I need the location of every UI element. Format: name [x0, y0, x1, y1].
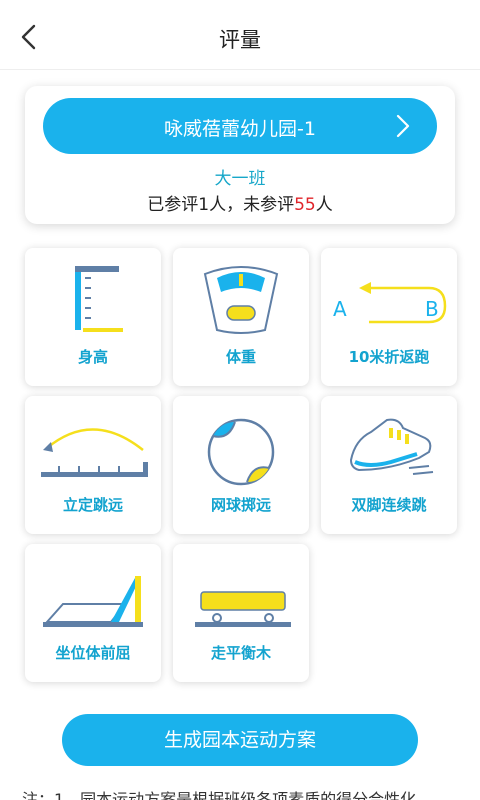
tennis-ball-icon — [207, 418, 275, 486]
tile-tennis-throw[interactable]: 网球掷远 — [173, 396, 309, 534]
tile-label: 走平衡木 — [210, 644, 271, 662]
tile-double-foot-jump[interactable]: 双脚连续跳 — [321, 396, 457, 534]
unparticipated-count: 55 — [294, 195, 316, 215]
balance-beam-icon — [195, 591, 291, 627]
tile-long-jump[interactable]: 立定跳远 — [25, 396, 161, 534]
tile-label: 双脚连续跳 — [351, 496, 427, 514]
class-name: 大一班 — [214, 169, 266, 189]
stats-suffix: 人 — [315, 195, 333, 215]
tile-label: 体重 — [225, 348, 256, 366]
school-selector-button[interactable]: 咏威蓓蕾幼儿园-1 — [43, 98, 437, 154]
footnote: 注：1、园本运动方案是根据班级各项素质的得分合性化 — [22, 790, 417, 800]
generate-plan-button[interactable]: 生成园本运动方案 — [62, 714, 418, 766]
tile-height[interactable]: 身高 — [25, 248, 161, 386]
scale-icon — [203, 266, 279, 334]
participation-stats: 已参评1人，未参评55人 — [25, 190, 455, 215]
tile-label: 立定跳远 — [62, 496, 123, 514]
tile-label: 身高 — [77, 348, 108, 366]
point-b-label: B — [425, 297, 439, 321]
shuttle-run-icon: A B — [333, 282, 447, 324]
tile-label: 坐位体前屈 — [55, 644, 131, 662]
height-ruler-icon — [75, 266, 123, 332]
school-card: 咏威蓓蕾幼儿园-1 大一班 已参评1人，未参评55人 — [25, 86, 455, 224]
tile-weight[interactable]: 体重 — [173, 248, 309, 386]
tile-label: 10米折返跑 — [348, 348, 430, 366]
top-bar: 评量 — [0, 0, 480, 70]
sit-and-reach-icon — [43, 576, 143, 627]
sneaker-icon — [349, 418, 434, 475]
tile-shuttle-run[interactable]: A B 10米折返跑 — [321, 248, 457, 386]
stats-prefix: 已参评1人，未参评 — [147, 195, 295, 215]
school-name: 咏威蓓蕾幼儿园-1 — [164, 118, 316, 140]
point-a-label: A — [333, 297, 347, 321]
chevron-right-icon — [396, 114, 410, 138]
tile-label: 网球掷远 — [210, 496, 271, 514]
page-title: 评量 — [219, 28, 261, 52]
long-jump-icon — [41, 428, 148, 477]
tile-balance-beam[interactable]: 走平衡木 — [173, 544, 309, 682]
tile-sit-and-reach[interactable]: 坐位体前屈 — [25, 544, 161, 682]
